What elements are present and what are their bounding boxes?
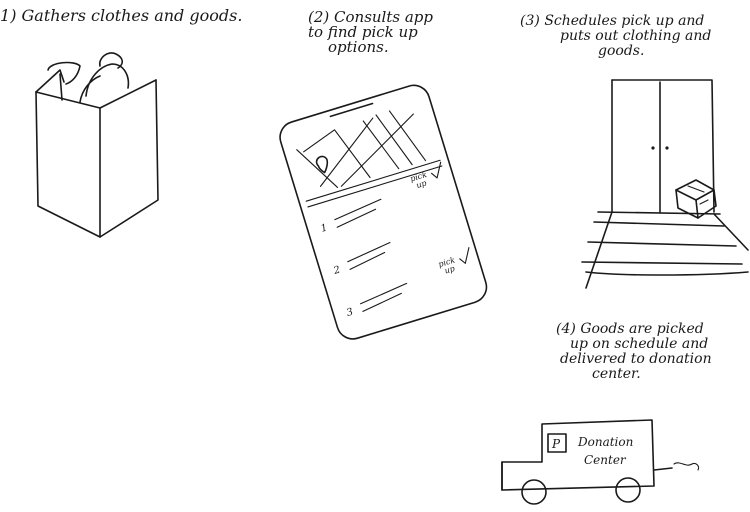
phone-pick-up-label-1b: up <box>415 178 427 190</box>
phone-list-number-3: 3 <box>345 307 354 319</box>
door-handle <box>665 146 669 150</box>
truck-label-line-1: Donation <box>577 435 633 449</box>
truck-drawing: P Donation Center <box>501 419 700 505</box>
doorstep-drawing <box>581 79 749 289</box>
phone-list-number-2: 2 <box>331 265 341 278</box>
truck-label-line-2: Center <box>584 453 627 467</box>
sketch-canvas: 1 pick up 2 3 pick up P Donation Center <box>35 52 749 505</box>
door-handle <box>651 146 655 150</box>
donation-bag-drawing <box>35 52 159 238</box>
storyboard: 1) Gathers clothes and goods. (2) Consul… <box>0 0 750 512</box>
truck-logo: P <box>551 437 561 451</box>
phone-list-number-1: 1 <box>320 222 329 234</box>
checkmark-icon <box>459 247 470 264</box>
phone-drawing: 1 pick up 2 3 pick up <box>279 84 488 340</box>
phone-pick-up-label-3b: up <box>443 264 455 276</box>
checkmark-icon <box>430 161 442 179</box>
